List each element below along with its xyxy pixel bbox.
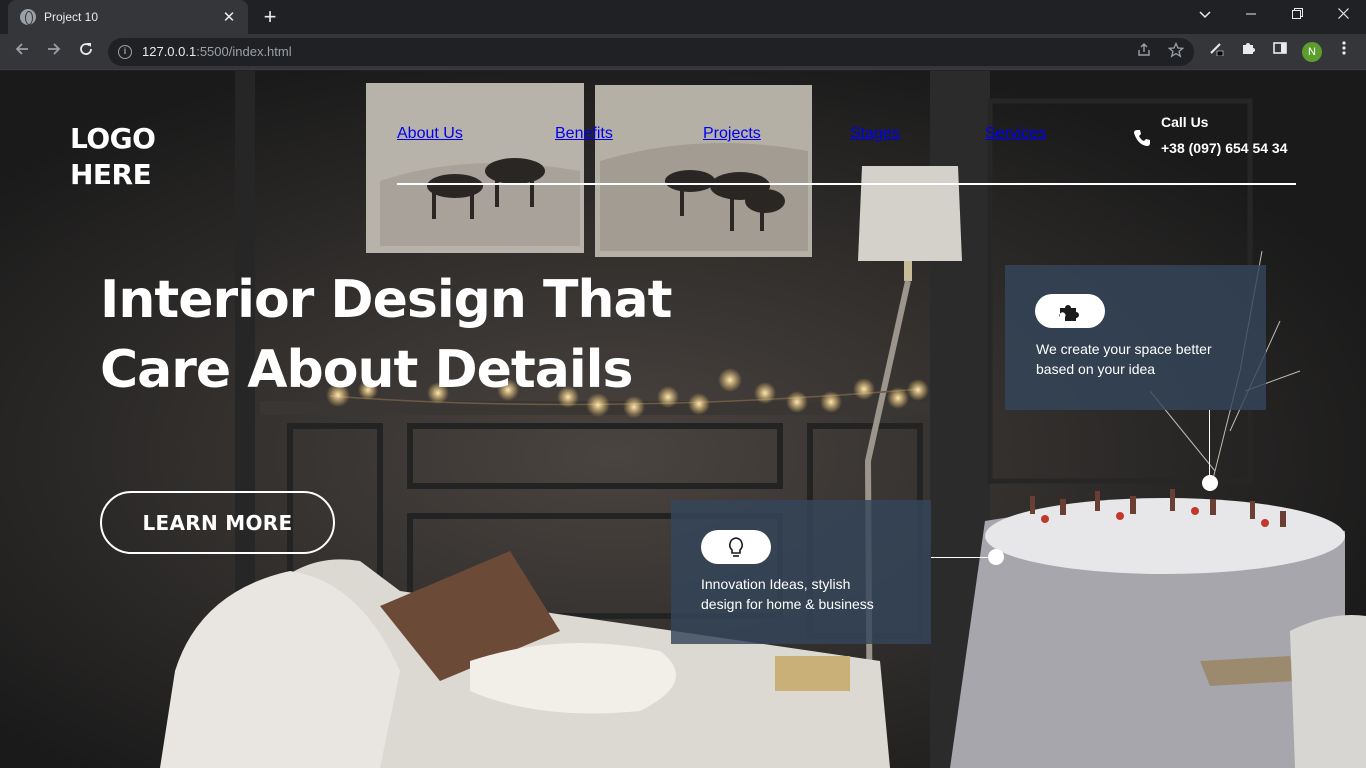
globe-icon	[20, 9, 36, 25]
site-info-icon[interactable]: i	[118, 45, 132, 59]
browser-toolbar: i 127.0.0.1:5500/index.html N	[0, 34, 1366, 70]
phone-number[interactable]: +38 (097) 654 54 34	[1161, 140, 1288, 156]
nav-stages[interactable]: Stages	[850, 125, 900, 147]
minimize-button[interactable]	[1228, 0, 1274, 30]
site-logo[interactable]: LOGO HERE	[70, 121, 156, 193]
restore-button[interactable]	[1274, 0, 1320, 30]
feature-card-space: We create your space better based on you…	[1005, 265, 1266, 410]
call-us-label: Call Us	[1161, 114, 1209, 130]
connector-line-space	[1209, 410, 1210, 482]
connector-line-ideas	[931, 557, 991, 558]
url-text: 127.0.0.1:5500/index.html	[142, 44, 292, 59]
nav-benefits[interactable]: Benefits	[555, 125, 613, 147]
menu-kebab-icon[interactable]	[1332, 40, 1356, 64]
feature-card-ideas: Innovation Ideas, stylish design for hom…	[671, 500, 931, 644]
share-icon[interactable]	[1134, 42, 1154, 62]
logo-line-2: HERE	[70, 158, 152, 191]
background-interior-photo	[0, 71, 1366, 768]
close-window-button[interactable]	[1320, 0, 1366, 30]
learn-more-button[interactable]: LEARN MORE	[100, 491, 335, 554]
back-button[interactable]	[10, 40, 34, 64]
tab-close-button[interactable]: ✕	[220, 8, 238, 26]
web-page: LOGO HERE About Us Benefits Projects Sta…	[0, 71, 1366, 768]
hero-title-line-1: Interior Design That	[100, 270, 672, 330]
nav-about-us[interactable]: About Us	[397, 125, 463, 147]
feature-text-space-1: We create your space better	[1036, 341, 1212, 357]
hero-title: Interior Design That Care About Details	[100, 265, 740, 405]
side-panel-icon[interactable]	[1268, 40, 1292, 64]
feature-text-ideas-2: design for home & business	[701, 596, 874, 612]
feature-text-space-2: based on your idea	[1036, 361, 1156, 377]
lightbulb-icon	[729, 537, 743, 557]
tab-project-10[interactable]: Project 10 ✕	[8, 0, 248, 34]
hotspot-dot-space[interactable]	[1202, 475, 1218, 491]
address-bar[interactable]: i 127.0.0.1:5500/index.html	[108, 38, 1194, 66]
nav-services[interactable]: Services	[985, 125, 1046, 147]
feature-icon-pill	[1035, 294, 1105, 328]
feature-text-ideas-1: Innovation Ideas, stylish	[701, 576, 851, 592]
url-path: :5500/index.html	[196, 44, 292, 59]
phone-icon	[1134, 130, 1150, 146]
nav-divider	[397, 183, 1296, 185]
reload-button[interactable]	[74, 40, 98, 64]
puzzle-icon	[1059, 305, 1079, 321]
tab-strip: Project 10 ✕ +	[0, 0, 1366, 34]
bookmark-star-icon[interactable]	[1166, 41, 1186, 62]
pen-extension-icon[interactable]	[1204, 40, 1228, 64]
forward-button[interactable]	[42, 40, 66, 64]
extensions-puzzle-icon[interactable]	[1236, 40, 1260, 64]
url-host: 127.0.0.1	[142, 44, 197, 59]
nav-projects[interactable]: Projects	[703, 125, 761, 147]
new-tab-button[interactable]: +	[258, 5, 282, 29]
tab-search-button[interactable]	[1182, 0, 1228, 30]
tab-title: Project 10	[44, 10, 99, 24]
logo-line-1: LOGO	[70, 122, 156, 155]
hero-title-line-2: Care About Details	[100, 340, 633, 400]
feature-icon-pill	[701, 530, 771, 564]
hotspot-dot-ideas[interactable]	[988, 549, 1004, 565]
profile-avatar[interactable]: N	[1302, 42, 1322, 62]
